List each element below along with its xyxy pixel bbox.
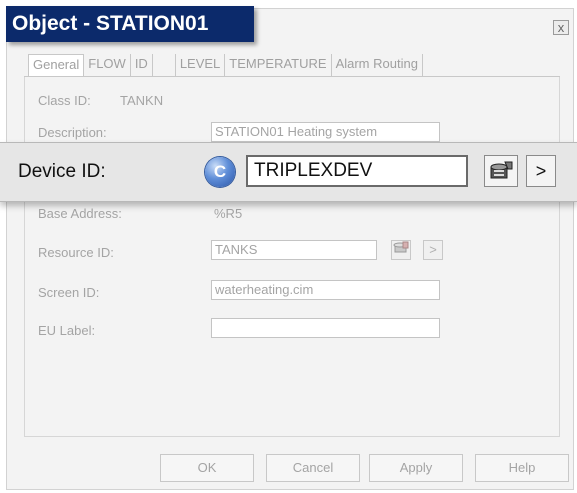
device-browse-glyph bbox=[490, 161, 513, 179]
resource-browse-icon[interactable] bbox=[391, 240, 411, 260]
base-address-value: %R5 bbox=[214, 206, 243, 221]
tab-alarm-routing[interactable]: Alarm Routing bbox=[332, 54, 423, 76]
cancel-button[interactable]: Cancel bbox=[266, 454, 360, 482]
resource-browse-glyph bbox=[393, 241, 409, 253]
eu-label-field[interactable] bbox=[211, 318, 440, 338]
tab-spacer bbox=[153, 54, 176, 76]
window-title: Object - STATION01 bbox=[6, 6, 254, 42]
tab-general[interactable]: General bbox=[28, 54, 85, 76]
screen-id-label: Screen ID: bbox=[38, 285, 100, 300]
tab-flow[interactable]: FLOW bbox=[84, 54, 131, 76]
c-badge-icon: C bbox=[205, 157, 235, 187]
tab-temperature[interactable]: TEMPERATURE bbox=[225, 54, 332, 76]
eu-label-label: EU Label: bbox=[38, 323, 96, 338]
help-button[interactable]: Help bbox=[475, 454, 569, 482]
base-address-label: Base Address: bbox=[38, 206, 122, 221]
resource-id-label: Resource ID: bbox=[38, 245, 114, 260]
screen-id-field[interactable]: waterheating.cim bbox=[211, 280, 440, 300]
device-browse-icon[interactable] bbox=[484, 155, 518, 187]
resource-arrow-button[interactable]: > bbox=[423, 240, 443, 260]
class-id-value: TANKN bbox=[120, 93, 164, 108]
tab-level[interactable]: LEVEL bbox=[176, 54, 226, 76]
device-id-label: Device ID: bbox=[18, 161, 106, 182]
device-arrow-button[interactable]: > bbox=[526, 155, 556, 187]
close-icon[interactable]: x bbox=[553, 20, 569, 35]
apply-button[interactable]: Apply bbox=[369, 454, 463, 482]
resource-id-field[interactable]: TANKS bbox=[211, 240, 377, 260]
tab-id[interactable]: ID bbox=[131, 54, 153, 76]
description-field[interactable]: STATION01 Heating system bbox=[211, 122, 440, 142]
tab-strip: General FLOW ID LEVEL TEMPERATURE Alarm … bbox=[28, 54, 423, 76]
device-id-row: Device ID: C TRIPLEXDEV > bbox=[0, 142, 577, 202]
class-id-label: Class ID: bbox=[38, 93, 91, 108]
ok-button[interactable]: OK bbox=[160, 454, 254, 482]
description-label: Description: bbox=[38, 125, 107, 140]
device-id-field[interactable]: TRIPLEXDEV bbox=[246, 155, 468, 187]
